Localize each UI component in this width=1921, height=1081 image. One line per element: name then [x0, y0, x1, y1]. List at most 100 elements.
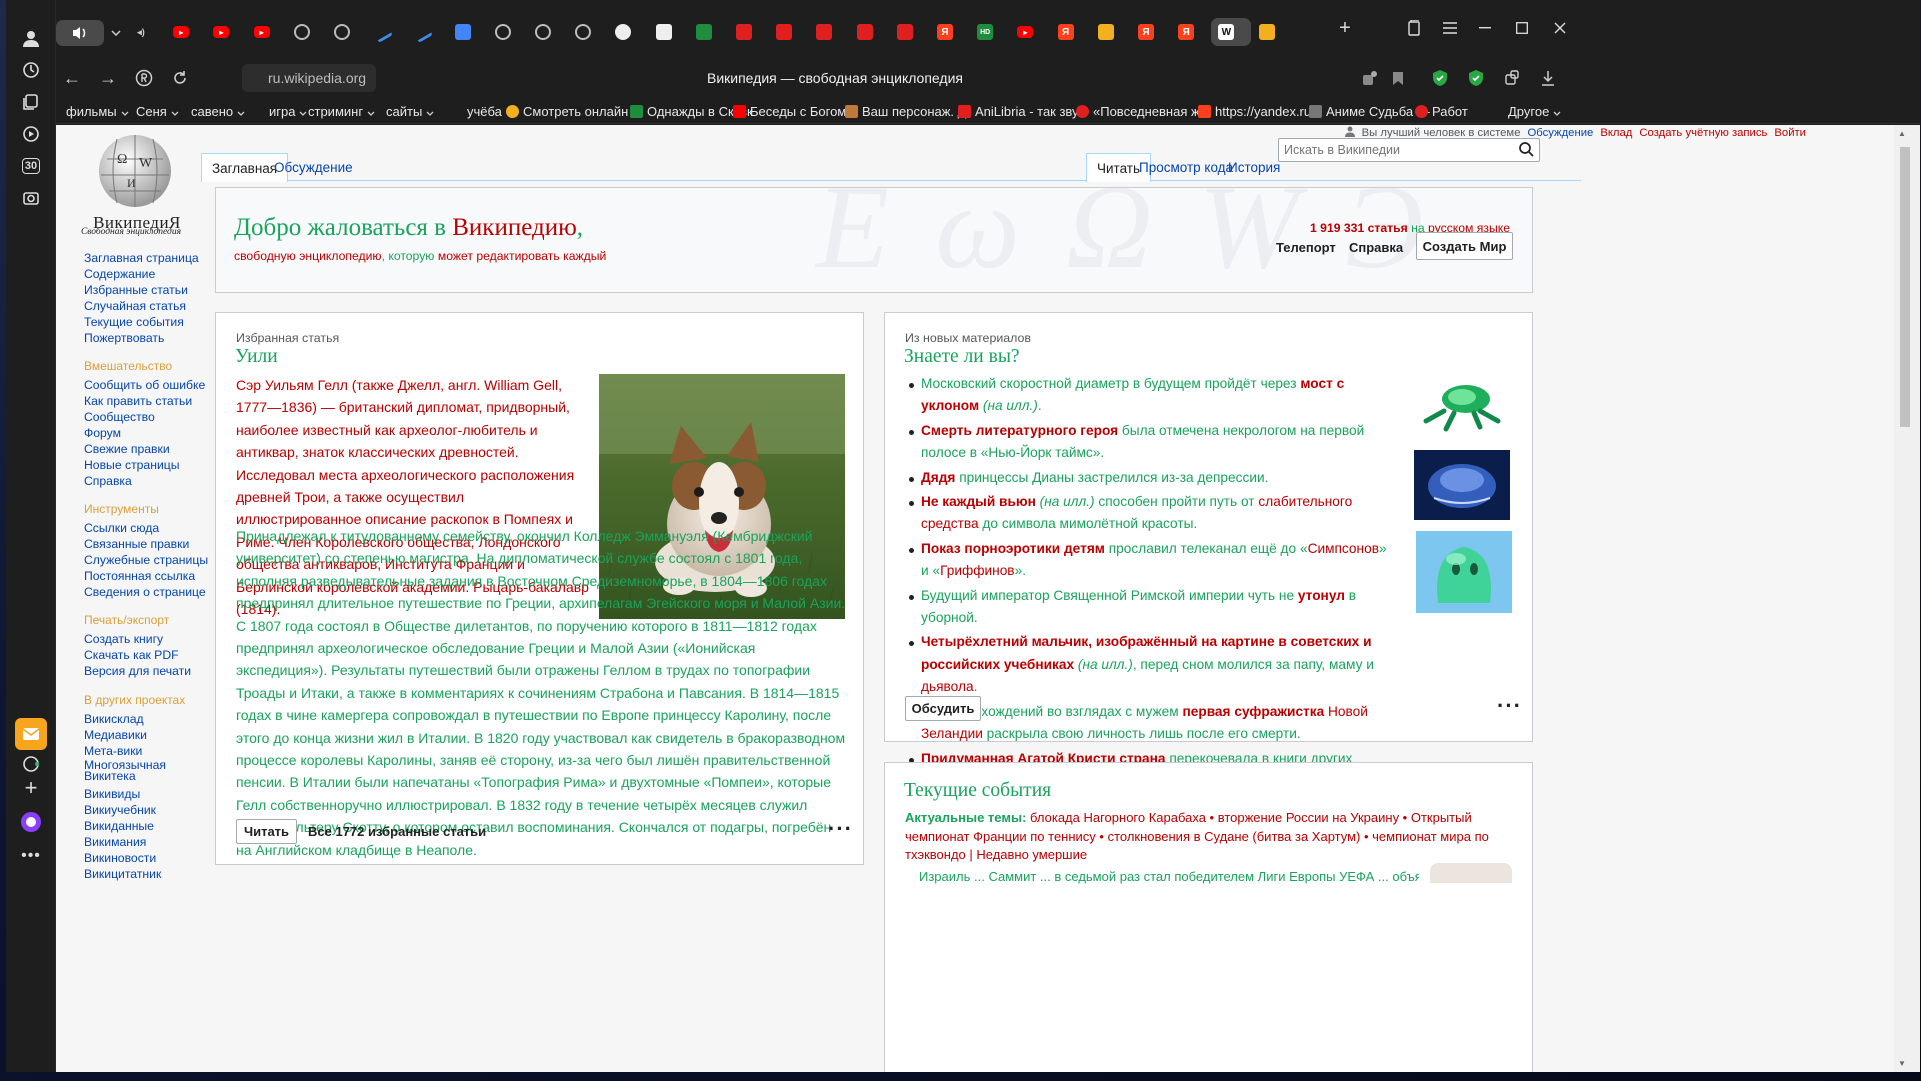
profile-icon[interactable] [15, 22, 47, 54]
sidebar-item-project-3[interactable]: Многоязычная Викитека [84, 759, 174, 782]
sidebar-item-participate-6[interactable]: Справка [84, 474, 132, 488]
free-encyclopedia-link[interactable]: свободную энциклопедию [234, 249, 382, 263]
tab-ai-13[interactable] [649, 18, 689, 46]
reload-button[interactable] [164, 64, 196, 92]
dyk-link[interactable]: Дядя [921, 470, 955, 485]
sidebar-item-main-3[interactable]: Случайная статья [84, 299, 186, 313]
bookmark-item-10[interactable]: Ваш персонаж. Д [845, 102, 966, 120]
discuss-button[interactable]: Обсудить [905, 696, 981, 721]
bookmark-item-5[interactable]: сайты [386, 102, 434, 120]
sidebar-item-project-8[interactable]: Викиновости [84, 851, 156, 865]
adblock-shield-icon[interactable] [1460, 64, 1492, 92]
tab-audio-active[interactable] [56, 20, 104, 46]
collections-icon[interactable] [15, 86, 47, 118]
tab-feather-7[interactable] [407, 18, 447, 46]
tab-github-12[interactable] [608, 18, 648, 46]
bookmark-item-12[interactable]: «Повседневная ж [1076, 102, 1200, 120]
tab-anilibria-15[interactable] [729, 18, 769, 46]
sidebar-item-tools-1[interactable]: Связанные правки [84, 537, 189, 551]
welcome-wikipedia-link[interactable]: Википедию [452, 214, 577, 241]
sidebar-item-project-6[interactable]: Викиданные [84, 819, 154, 833]
sidebar-item-participate-4[interactable]: Свежие правки [84, 442, 170, 456]
tab-youtube-2[interactable]: ▸ [206, 18, 246, 46]
timer-30-icon[interactable]: 30 [15, 150, 47, 182]
tab-openai-10[interactable] [528, 18, 568, 46]
teleport-link[interactable]: Телепорт [1276, 240, 1336, 255]
dyk-link[interactable]: Гриффинов [940, 563, 1015, 578]
forward-button[interactable]: → [92, 64, 124, 92]
sidebar-item-main-5[interactable]: Пожертвовать [84, 331, 164, 345]
sidebar-item-tools-2[interactable]: Служебные страницы [84, 553, 208, 567]
login-link[interactable]: Войти [1774, 127, 1806, 139]
sidebar-item-tools-0[interactable]: Ссылки сюда [84, 521, 159, 535]
bookmark-item-4[interactable]: стриминг [308, 102, 375, 120]
search-icon[interactable] [1519, 142, 1534, 162]
tab-anilibria-16[interactable] [769, 18, 809, 46]
protect-shield-icon[interactable] [1424, 64, 1456, 92]
maximize-button[interactable] [1501, 14, 1543, 42]
tab-hd-21[interactable]: HD [970, 18, 1010, 46]
green-frog-image[interactable] [1414, 373, 1510, 435]
dyk-link[interactable]: Смерть литературного героя [921, 423, 1118, 438]
more-icon[interactable]: ••• [15, 840, 47, 872]
event-image[interactable] [1430, 863, 1512, 883]
slime-image[interactable] [1416, 531, 1512, 613]
tab-discussion[interactable]: Обсуждение [264, 153, 363, 181]
page-scrollbar[interactable]: ▲ ▼ [1894, 125, 1920, 1072]
tab-youtube-3[interactable]: ▸ [247, 18, 287, 46]
sidebar-item-project-5[interactable]: Викиучебник [84, 803, 156, 817]
sidebar-item-participate-3[interactable]: Форум [84, 426, 121, 440]
download-icon[interactable] [1532, 64, 1564, 92]
user-contributions-link[interactable]: Вклад [1600, 127, 1632, 139]
dyk-link[interactable]: Показ порноэротики детям [921, 541, 1105, 556]
alice-icon[interactable] [15, 806, 47, 838]
bookmark-item-1[interactable]: Сеня [136, 102, 179, 120]
scroll-down-arrow[interactable]: ▼ [1898, 1059, 1906, 1068]
sidebar-item-main-1[interactable]: Содержание [84, 267, 155, 281]
sidebar-item-participate-0[interactable]: Сообщить об ошибке [84, 378, 205, 392]
search-box[interactable] [1278, 138, 1540, 162]
sidebar-item-project-9[interactable]: Викицитатник [84, 867, 161, 881]
sidebar-item-tools-3[interactable]: Постоянная ссылка [84, 569, 195, 583]
read-button[interactable]: Читать [236, 819, 297, 844]
tab-openai-5[interactable] [327, 18, 367, 46]
dyk-more-icon[interactable]: ··· [1497, 693, 1522, 719]
sidebar-item-project-1[interactable]: Медиавики [84, 728, 147, 742]
url-field[interactable]: ru.wikipedia.org Википедия — свободная э… [242, 64, 1428, 92]
tab-youtube-1[interactable]: ▸ [166, 18, 206, 46]
chevron-down-icon[interactable] [106, 20, 126, 46]
extension-puzzle-icon[interactable] [1496, 64, 1528, 92]
tab-openai-9[interactable] [488, 18, 528, 46]
bookmark-item-15[interactable]: Работ [1415, 102, 1468, 120]
bookmark-item-0[interactable]: фильмы [66, 102, 129, 120]
tab-yandex-20[interactable]: Я [930, 18, 970, 46]
sidebar-item-project-0[interactable]: Викисклад [84, 712, 144, 726]
tab-yandex-25[interactable]: Я [1131, 18, 1171, 46]
sidebar-item-participate-5[interactable]: Новые страницы [84, 458, 180, 472]
dyk-link[interactable]: утонул [1298, 588, 1345, 603]
tab-openai-11[interactable] [568, 18, 608, 46]
scroll-up-arrow[interactable]: ▲ [1898, 129, 1906, 138]
articles-count[interactable]: 1 919 331 статья [1310, 221, 1408, 235]
video-icon[interactable] [15, 118, 47, 150]
dyk-link[interactable]: Не каждый вьюн [921, 494, 1036, 509]
back-button[interactable]: ← [56, 64, 88, 92]
create-account-link[interactable]: Создать учётную запись [1639, 127, 1767, 139]
yandex-home-icon[interactable] [128, 64, 160, 92]
sidebar-item-main-0[interactable]: Заглавная страница [84, 251, 199, 265]
wikipedia-logo[interactable]: Ω W И ВикипедиЯ [81, 125, 191, 232]
sidebar-item-main-2[interactable]: Избранные статьи [84, 283, 188, 297]
bookmark-item-9[interactable]: Беседы с Богом – [733, 102, 857, 120]
create-world-button[interactable]: Создать Мир [1416, 232, 1513, 260]
sidebar-item-participate-2[interactable]: Сообщество [84, 410, 155, 424]
bookmark-item-13[interactable]: https://yandex.ru/ [1198, 102, 1315, 120]
tab-doc-8[interactable] [448, 18, 488, 46]
tab-yandex-23[interactable]: Я [1051, 18, 1091, 46]
tab-speaker-0[interactable]: ◂) [126, 18, 166, 46]
tab-anilibria-17[interactable] [809, 18, 849, 46]
bookmark-item-2[interactable]: савено [191, 102, 245, 120]
tab-anilibria-18[interactable] [850, 18, 890, 46]
bookmark-item-14[interactable]: Аниме Судьба — [1309, 102, 1430, 120]
which-link[interactable]: которую [388, 249, 434, 263]
close-button[interactable] [1539, 14, 1581, 42]
